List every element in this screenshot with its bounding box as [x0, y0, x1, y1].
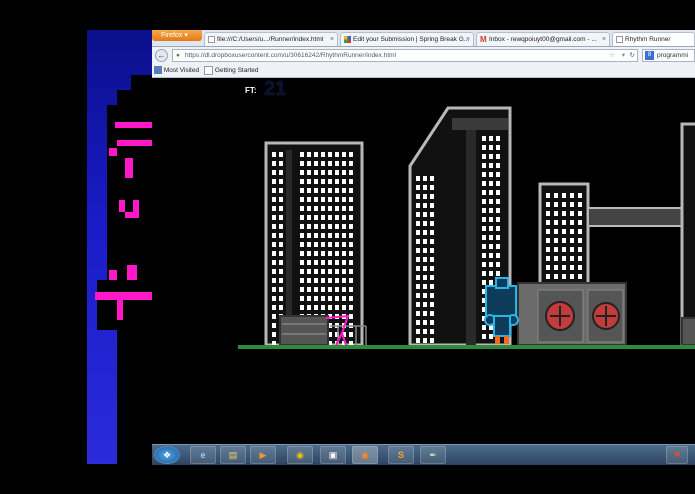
game-scene [238, 106, 695, 349]
tab-local-runner[interactable]: file:///C:/Users/u.../Runner/index.html … [204, 32, 338, 46]
bookmark-folder-icon [154, 66, 162, 75]
google-icon: 8 [645, 51, 654, 60]
score-label: FT: [245, 86, 257, 95]
devpost-icon [344, 36, 351, 43]
container-right [517, 282, 627, 346]
tab-bar: Firefox ▾ file:///C:/Users/u.../Runner/i… [152, 30, 695, 47]
reload-icon[interactable]: ↻ [630, 50, 635, 61]
folder-icon: ▤ [228, 450, 238, 460]
search-text: programmi [657, 52, 689, 59]
tray-button[interactable]: ⚑ [666, 446, 688, 464]
game-canvas[interactable]: FT: 21 [238, 78, 695, 366]
browser-window: Firefox ▾ file:///C:/Users/u.../Runner/i… [152, 30, 695, 444]
sublime-text-icon: S [397, 450, 404, 460]
page-icon [616, 36, 623, 43]
tab-label: Inbox - rewqpoiuyt00@gmail.com - ... [489, 36, 597, 43]
url-text: https://dl.dropboxusercontent.com/u/3061… [185, 52, 397, 59]
chevron-down-icon: ▾ [184, 32, 188, 39]
crate-left [279, 315, 329, 346]
page-icon [208, 36, 215, 43]
sublime-taskbar-button[interactable]: S [388, 446, 414, 464]
navigation-bar: ← ● https://dl.dropboxusercontent.com/u/… [152, 47, 695, 64]
chrome-taskbar-button[interactable]: ◉ [287, 446, 313, 464]
firefox-taskbar-button[interactable]: ◉ [352, 446, 378, 464]
tab-label: file:///C:/Users/u.../Runner/index.html [217, 36, 324, 43]
building-right [680, 122, 695, 347]
back-button[interactable]: ← [155, 49, 168, 62]
tab-label: Edit your Submission | Spring Break G... [353, 36, 470, 43]
windows-icon: ❖ [162, 450, 172, 460]
internet-explorer-icon: e [200, 450, 206, 460]
crate-far-right [681, 317, 695, 346]
bookmark-label: Most Visited [163, 67, 200, 74]
bookmarks-toolbar: Most Visited Getting Started [152, 64, 695, 78]
firefox-menu-button[interactable]: Firefox ▾ [152, 30, 202, 41]
ie-taskbar-button[interactable]: e [190, 446, 216, 464]
gmail-icon: M [480, 35, 487, 44]
dropdown-icon[interactable]: ▾ [622, 50, 625, 61]
tab-rhythm-runner[interactable]: Rhythm Runner [612, 32, 695, 46]
pen-tool-icon: ✒ [429, 450, 437, 460]
tool-taskbar-button[interactable]: ✒ [420, 446, 446, 464]
close-icon[interactable]: × [602, 33, 606, 46]
star-icon[interactable]: ☆ [609, 50, 615, 61]
bookmark-getting-started[interactable]: Getting Started [204, 64, 259, 77]
tab-edit-submission[interactable]: Edit your Submission | Spring Break G...… [340, 32, 474, 46]
background-game-panel [87, 30, 152, 464]
back-arrow-icon: ← [157, 51, 166, 60]
close-icon[interactable]: × [330, 33, 334, 46]
media-player-icon: ▶ [259, 450, 267, 460]
background-art [95, 75, 152, 464]
firefox-menu-label: Firefox [161, 32, 183, 39]
bridge [587, 207, 684, 227]
chrome-icon: ◉ [296, 450, 304, 460]
window-icon: ▣ [328, 450, 338, 460]
ground [238, 345, 695, 349]
taskbar: ❖ e ▤ ▶ ◉ ▣ ◉ S ✒ ⚑ [152, 444, 695, 465]
bookmark-most-visited[interactable]: Most Visited [154, 64, 199, 77]
bookmark-label: Getting Started [214, 67, 259, 74]
tab-label: Rhythm Runner [625, 36, 671, 43]
page-icon [204, 65, 213, 75]
close-icon[interactable]: × [466, 33, 470, 46]
search-box[interactable]: 8 programmi [642, 49, 695, 62]
app-taskbar-button[interactable]: ▣ [320, 446, 346, 464]
score-value: 21 [264, 78, 287, 100]
lock-icon: ● [176, 52, 180, 59]
tab-gmail-inbox[interactable]: M Inbox - rewqpoiuyt00@gmail.com - ... × [476, 32, 610, 46]
notification-icon: ⚑ [672, 450, 682, 460]
explorer-taskbar-button[interactable]: ▤ [220, 446, 246, 464]
firefox-icon: ◉ [361, 450, 369, 460]
url-bar[interactable]: ● https://dl.dropboxusercontent.com/u/30… [172, 49, 638, 62]
media-taskbar-button[interactable]: ▶ [250, 446, 276, 464]
start-button[interactable]: ❖ [154, 446, 180, 464]
